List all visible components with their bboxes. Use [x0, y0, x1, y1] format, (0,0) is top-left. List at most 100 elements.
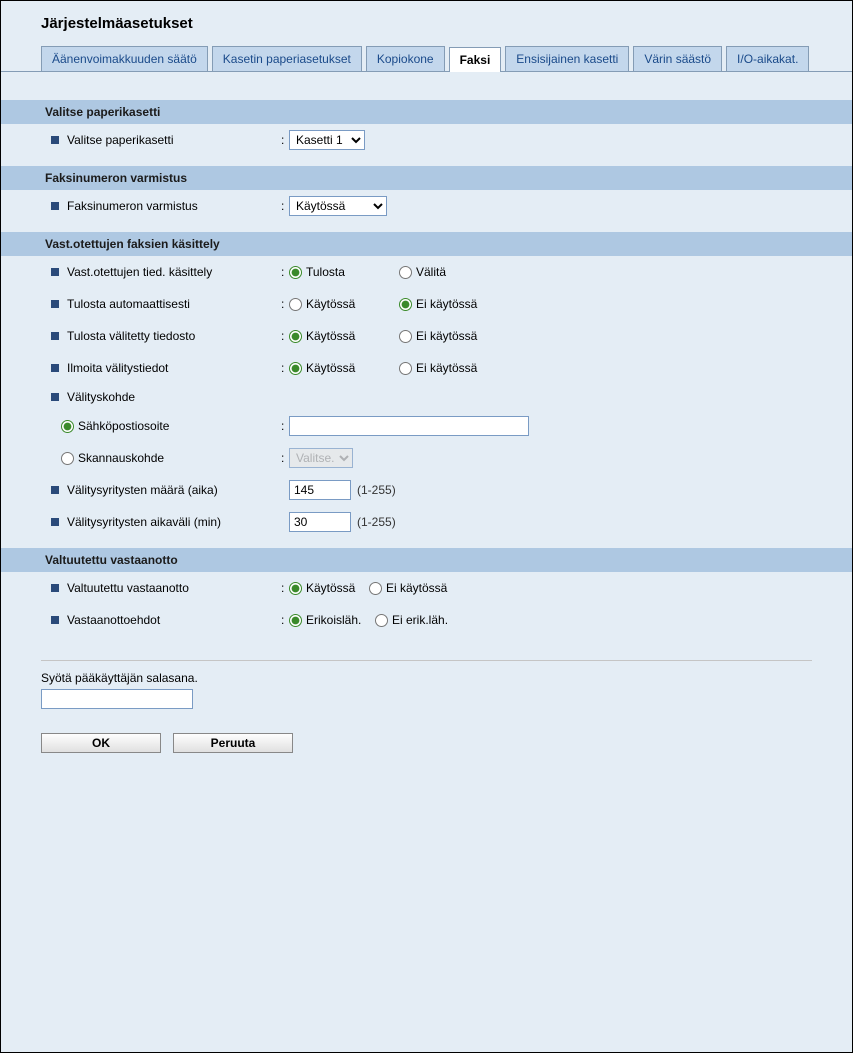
section-valitse-paperikasetti: Valitse paperikasetti: [1, 100, 852, 124]
radio-kaytossa[interactable]: Käytössä: [289, 581, 363, 595]
radio-label: Käytössä: [306, 361, 355, 375]
radio-label: Sähköpostiosoite: [78, 419, 169, 433]
tab-bar: Äänenvoimakkuuden säätö Kasetin paperias…: [1, 46, 852, 72]
colon: :: [281, 581, 289, 595]
radio-label: Ei erik.läh.: [392, 613, 448, 627]
radio-ei-kaytossa[interactable]: Ei käytössä: [399, 297, 489, 311]
tab-copier[interactable]: Kopiokone: [366, 46, 445, 71]
select-faksinumeron[interactable]: Käytössä: [289, 196, 387, 216]
row-vastaanottoehdot: Vastaanottoehdot : Erikoisläh. Ei erik.l…: [1, 604, 852, 636]
bullet-icon: [51, 486, 59, 494]
ok-button[interactable]: OK: [41, 733, 161, 753]
row-valitse-paperikasetti: Valitse paperikasetti : Kasetti 1: [1, 124, 852, 156]
content-area: Valitse paperikasetti Valitse paperikase…: [1, 100, 852, 753]
radio-label: Käytössä: [306, 329, 355, 343]
colon: :: [281, 329, 289, 343]
label-tulosta-valitetty: Tulosta välitetty tiedosto: [67, 329, 195, 343]
colon: :: [281, 297, 289, 311]
row-valityskohde: Välityskohde: [1, 384, 852, 410]
radio-label: Ei käytössä: [416, 297, 477, 311]
radio-kaytossa[interactable]: Käytössä: [289, 297, 379, 311]
tab-cassette-paper[interactable]: Kasetin paperiasetukset: [212, 46, 362, 71]
colon: :: [281, 133, 289, 147]
label-valitysyritysten-maara: Välitysyritysten määrä (aika): [67, 483, 218, 497]
row-sahkopostiosoite: Sähköpostiosoite :: [1, 410, 852, 442]
page-title: Järjestelmäasetukset: [1, 1, 852, 46]
row-valitysyritysten-aikavali: Välitysyritysten aikaväli (min) (1-255): [1, 506, 852, 538]
cancel-button[interactable]: Peruuta: [173, 733, 293, 753]
radio-ei-kaytossa[interactable]: Ei käytössä: [399, 329, 489, 343]
label-valityskohde: Välityskohde: [67, 390, 135, 404]
radio-label: Käytössä: [306, 297, 355, 311]
row-valtuutettu-vastaanotto: Valtuutettu vastaanotto : Käytössä Ei kä…: [1, 572, 852, 604]
radio-erikoislah[interactable]: Erikoisläh.: [289, 613, 369, 627]
label-valitysyritysten-aikavali: Välitysyritysten aikaväli (min): [67, 515, 221, 529]
tab-io-timeout[interactable]: I/O-aikakat.: [726, 46, 809, 71]
colon: :: [281, 451, 289, 465]
radio-label: Erikoisläh.: [306, 613, 361, 627]
label-ilmoita-valitystiedot: Ilmoita välitystiedot: [67, 361, 168, 375]
row-ilmoita-valitystiedot: Ilmoita välitystiedot : Käytössä Ei käyt…: [1, 352, 852, 384]
radio-tulosta[interactable]: Tulosta: [289, 265, 379, 279]
colon: :: [281, 361, 289, 375]
select-skannauskohde: Valitse.: [289, 448, 353, 468]
select-paperikasetti[interactable]: Kasetti 1: [289, 130, 365, 150]
radio-skannauskohde[interactable]: Skannauskohde: [61, 451, 164, 465]
password-label: Syötä pääkäyttäjän salasana.: [41, 671, 812, 685]
radio-ei-erik-lah[interactable]: Ei erik.läh.: [375, 613, 465, 627]
radio-ei-kaytossa[interactable]: Ei käytössä: [369, 581, 459, 595]
colon: :: [281, 265, 289, 279]
colon: :: [281, 199, 289, 213]
colon: :: [281, 419, 289, 433]
label-valitse-paperikasetti: Valitse paperikasetti: [67, 133, 174, 147]
row-tulosta-valitetty: Tulosta välitetty tiedosto : Käytössä Ei…: [1, 320, 852, 352]
colon: :: [281, 613, 289, 627]
radio-kaytossa[interactable]: Käytössä: [289, 329, 379, 343]
row-tulosta-auto: Tulosta automaattisesti : Käytössä Ei kä…: [1, 288, 852, 320]
radio-label: Välitä: [416, 265, 446, 279]
label-faksinumeron: Faksinumeron varmistus: [67, 199, 198, 213]
bullet-icon: [51, 268, 59, 276]
row-valitysyritysten-maara: Välitysyritysten määrä (aika) (1-255): [1, 474, 852, 506]
input-retry-interval[interactable]: [289, 512, 351, 532]
input-retry-count[interactable]: [289, 480, 351, 500]
radio-label: Ei käytössä: [416, 329, 477, 343]
bullet-icon: [51, 136, 59, 144]
radio-label: Käytössä: [306, 581, 355, 595]
label-tied-kasittely: Vast.otettujen tied. käsittely: [67, 265, 212, 279]
radio-ei-kaytossa[interactable]: Ei käytössä: [399, 361, 489, 375]
label-tulosta-auto: Tulosta automaattisesti: [67, 297, 190, 311]
radio-label: Ei käytössä: [386, 581, 447, 595]
radio-label: Skannauskohde: [78, 451, 164, 465]
bullet-icon: [51, 300, 59, 308]
bullet-icon: [51, 584, 59, 592]
input-email[interactable]: [289, 416, 529, 436]
hint-retry-count: (1-255): [357, 483, 396, 497]
row-skannauskohde: Skannauskohde : Valitse.: [1, 442, 852, 474]
section-valtuutettu: Valtuutettu vastaanotto: [1, 548, 852, 572]
bullet-icon: [51, 364, 59, 372]
radio-valita[interactable]: Välitä: [399, 265, 489, 279]
password-section: Syötä pääkäyttäjän salasana.: [41, 660, 812, 709]
tab-color-save[interactable]: Värin säästö: [633, 46, 722, 71]
label-vastaanottoehdot: Vastaanottoehdot: [67, 613, 160, 627]
radio-kaytossa[interactable]: Käytössä: [289, 361, 379, 375]
radio-sahkopostiosoite[interactable]: Sähköpostiosoite: [61, 419, 169, 433]
tab-primary-cassette[interactable]: Ensisijainen kasetti: [505, 46, 629, 71]
row-tied-kasittely: Vast.otettujen tied. käsittely : Tulosta…: [1, 256, 852, 288]
hint-retry-interval: (1-255): [357, 515, 396, 529]
input-admin-password[interactable]: [41, 689, 193, 709]
bullet-icon: [51, 202, 59, 210]
bullet-icon: [51, 616, 59, 624]
radio-label: Ei käytössä: [416, 361, 477, 375]
bullet-icon: [51, 393, 59, 401]
row-faksinumeron: Faksinumeron varmistus : Käytössä: [1, 190, 852, 222]
tab-fax[interactable]: Faksi: [449, 47, 502, 72]
tab-volume[interactable]: Äänenvoimakkuuden säätö: [41, 46, 208, 71]
radio-label: Tulosta: [306, 265, 345, 279]
button-row: OK Peruuta: [1, 709, 852, 753]
bullet-icon: [51, 332, 59, 340]
section-faksinumeron: Faksinumeron varmistus: [1, 166, 852, 190]
bullet-icon: [51, 518, 59, 526]
section-vastotettujen: Vast.otettujen faksien käsittely: [1, 232, 852, 256]
